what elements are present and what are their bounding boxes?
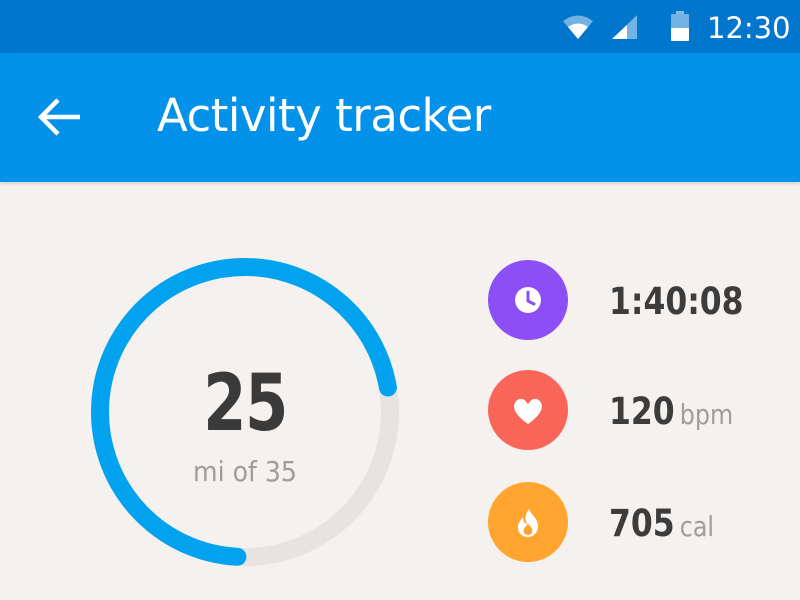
metric-value: 120 bpm [609, 390, 733, 433]
duration-value: 1:40:08 [609, 280, 744, 323]
distance-goal-label: mi of 35 [193, 455, 297, 488]
status-bar: 12:30 [0, 0, 800, 53]
cell-signal-icon [611, 14, 638, 45]
flame-icon [518, 509, 538, 537]
metric-icon-circle [488, 260, 568, 340]
arrow-back-icon[interactable] [36, 93, 84, 146]
wifi-icon [562, 14, 594, 45]
metric-value: 1:40:08 [609, 280, 749, 323]
metric-calories: 705 cal [488, 482, 788, 562]
battery-icon [670, 11, 690, 46]
heart-rate-unit: bpm [679, 398, 734, 431]
page-title: Activity tracker [157, 89, 491, 142]
status-time: 12:30 [707, 11, 791, 45]
calories-unit: cal [679, 510, 715, 543]
metric-duration: 1:40:08 [488, 260, 788, 340]
heart-rate-value: 120 [609, 390, 675, 433]
metric-value: 705 cal [609, 502, 714, 545]
metric-icon-circle [488, 370, 568, 450]
distance-progress-ring: 25 mi of 35 [80, 247, 410, 577]
heart-icon [514, 398, 542, 424]
clock-icon [515, 287, 541, 313]
metric-icon-circle [488, 482, 568, 562]
calories-value: 705 [609, 502, 675, 545]
distance-value: 25 [203, 359, 288, 449]
metric-heart-rate: 120 bpm [488, 370, 788, 450]
app-bar: Activity tracker [0, 53, 800, 182]
